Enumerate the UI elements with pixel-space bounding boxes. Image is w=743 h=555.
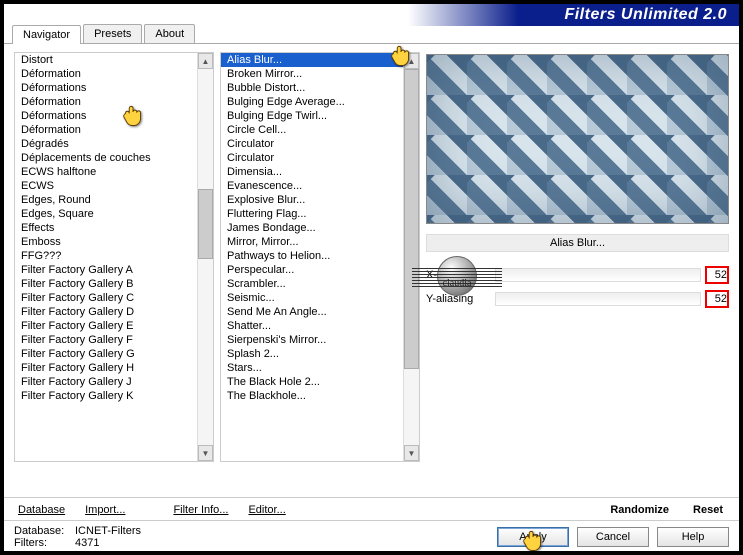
list-item[interactable]: Déformations <box>15 81 197 95</box>
list-item[interactable]: Filter Factory Gallery B <box>15 277 197 291</box>
apply-button[interactable]: Apply <box>497 527 569 547</box>
scroll-down-icon[interactable]: ▼ <box>404 445 419 461</box>
status-bar: Database: ICNET-Filters Filters: 4371 Ap… <box>4 520 739 551</box>
filter-scrollbar[interactable]: ▲ ▼ <box>403 53 419 461</box>
dialog-buttons: Apply Cancel Help <box>497 527 729 547</box>
list-item[interactable]: Emboss <box>15 235 197 249</box>
scroll-up-icon[interactable]: ▲ <box>404 53 419 69</box>
list-item[interactable]: Edges, Round <box>15 193 197 207</box>
list-item[interactable]: Explosive Blur... <box>221 193 403 207</box>
list-item[interactable]: Déformation <box>15 123 197 137</box>
list-item[interactable]: Filter Factory Gallery J <box>15 375 197 389</box>
preview-panel: Alias Blur... X-aliasing 52 Y-aliasing 5… <box>426 52 729 493</box>
list-item[interactable]: Dégradés <box>15 137 197 151</box>
title-bar: Filters Unlimited 2.0 <box>4 4 739 26</box>
y-aliasing-value: 52 <box>705 290 729 308</box>
list-item[interactable]: Broken Mirror... <box>221 67 403 81</box>
database-link[interactable]: Database <box>14 502 69 518</box>
database-label: Database: <box>14 525 69 537</box>
scroll-down-icon[interactable]: ▼ <box>198 445 213 461</box>
list-item[interactable]: Circle Cell... <box>221 123 403 137</box>
main-content: DistortDéformationDéformationsDéformatio… <box>4 46 739 493</box>
y-aliasing-label: Y-aliasing <box>426 293 491 305</box>
y-aliasing-row: Y-aliasing 52 <box>426 290 729 308</box>
list-item[interactable]: Alias Blur... <box>221 53 403 67</box>
list-item[interactable]: Edges, Square <box>15 207 197 221</box>
list-item[interactable]: ECWS <box>15 179 197 193</box>
list-item[interactable]: Filter Factory Gallery H <box>15 361 197 375</box>
list-item[interactable]: Filter Factory Gallery A <box>15 263 197 277</box>
list-item[interactable]: Filter Factory Gallery K <box>15 389 197 403</box>
list-item[interactable]: Déformation <box>15 67 197 81</box>
parameter-sliders: X-aliasing 52 Y-aliasing 52 <box>426 266 729 308</box>
list-item[interactable]: Filter Factory Gallery E <box>15 319 197 333</box>
filters-count-label: Filters: <box>14 537 69 549</box>
list-item[interactable]: Evanescence... <box>221 179 403 193</box>
list-item[interactable]: Effects <box>15 221 197 235</box>
effect-preview <box>426 54 729 224</box>
category-list[interactable]: DistortDéformationDéformationsDéformatio… <box>14 52 214 462</box>
list-item[interactable]: Filter Factory Gallery G <box>15 347 197 361</box>
list-item[interactable]: Bubble Distort... <box>221 81 403 95</box>
list-item[interactable]: Déformation <box>15 95 197 109</box>
list-item[interactable]: Pathways to Helion... <box>221 249 403 263</box>
list-item[interactable]: Circulator <box>221 137 403 151</box>
list-item[interactable]: Filter Factory Gallery D <box>15 305 197 319</box>
filters-count-value: 4371 <box>75 537 99 549</box>
tab-strip: Navigator Presets About <box>4 24 739 44</box>
list-item[interactable]: Seismic... <box>221 291 403 305</box>
x-aliasing-value: 52 <box>705 266 729 284</box>
x-aliasing-label: X-aliasing <box>426 269 491 281</box>
list-item[interactable]: Shatter... <box>221 319 403 333</box>
action-row: Database Import... Filter Info... Editor… <box>4 497 739 520</box>
list-item[interactable]: Stars... <box>221 361 403 375</box>
list-item[interactable]: Distort <box>15 53 197 67</box>
list-item[interactable]: ECWS halftone <box>15 165 197 179</box>
list-item[interactable]: The Black Hole 2... <box>221 375 403 389</box>
filter-list[interactable]: Alias Blur...Broken Mirror...Bubble Dist… <box>220 52 420 462</box>
list-item[interactable]: FFG??? <box>15 249 197 263</box>
list-item[interactable]: Déformations <box>15 109 197 123</box>
import-link[interactable]: Import... <box>81 502 129 518</box>
editor-link[interactable]: Editor... <box>244 502 289 518</box>
list-item[interactable]: James Bondage... <box>221 221 403 235</box>
app-window: Filters Unlimited 2.0 Navigator Presets … <box>4 4 739 551</box>
x-aliasing-row: X-aliasing 52 <box>426 266 729 284</box>
y-aliasing-slider[interactable] <box>495 292 701 306</box>
current-filter-name: Alias Blur... <box>426 234 729 252</box>
reset-button[interactable]: Reset <box>687 502 729 518</box>
tab-navigator[interactable]: Navigator <box>12 25 81 44</box>
list-item[interactable]: Sierpenski's Mirror... <box>221 333 403 347</box>
tab-presets[interactable]: Presets <box>83 24 142 43</box>
database-value: ICNET-Filters <box>75 525 141 537</box>
cancel-button[interactable]: Cancel <box>577 527 649 547</box>
list-item[interactable]: Mirror, Mirror... <box>221 235 403 249</box>
tab-about[interactable]: About <box>144 24 195 43</box>
list-item[interactable]: Splash 2... <box>221 347 403 361</box>
list-item[interactable]: Filter Factory Gallery C <box>15 291 197 305</box>
randomize-button[interactable]: Randomize <box>604 502 675 518</box>
app-title: Filters Unlimited 2.0 <box>564 6 727 24</box>
filter-info-link[interactable]: Filter Info... <box>169 502 232 518</box>
list-item[interactable]: Scrambler... <box>221 277 403 291</box>
help-button[interactable]: Help <box>657 527 729 547</box>
category-scrollbar[interactable]: ▲ ▼ <box>197 53 213 461</box>
list-item[interactable]: Bulging Edge Average... <box>221 95 403 109</box>
list-item[interactable]: Bulging Edge Twirl... <box>221 109 403 123</box>
list-item[interactable]: Dimensia... <box>221 165 403 179</box>
list-item[interactable]: Filter Factory Gallery F <box>15 333 197 347</box>
list-item[interactable]: Circulator <box>221 151 403 165</box>
list-item[interactable]: Send Me An Angle... <box>221 305 403 319</box>
list-item[interactable]: Fluttering Flag... <box>221 207 403 221</box>
list-item[interactable]: The Blackhole... <box>221 389 403 403</box>
x-aliasing-slider[interactable] <box>495 268 701 282</box>
list-item[interactable]: Perspecular... <box>221 263 403 277</box>
scroll-up-icon[interactable]: ▲ <box>198 53 213 69</box>
list-item[interactable]: Déplacements de couches <box>15 151 197 165</box>
